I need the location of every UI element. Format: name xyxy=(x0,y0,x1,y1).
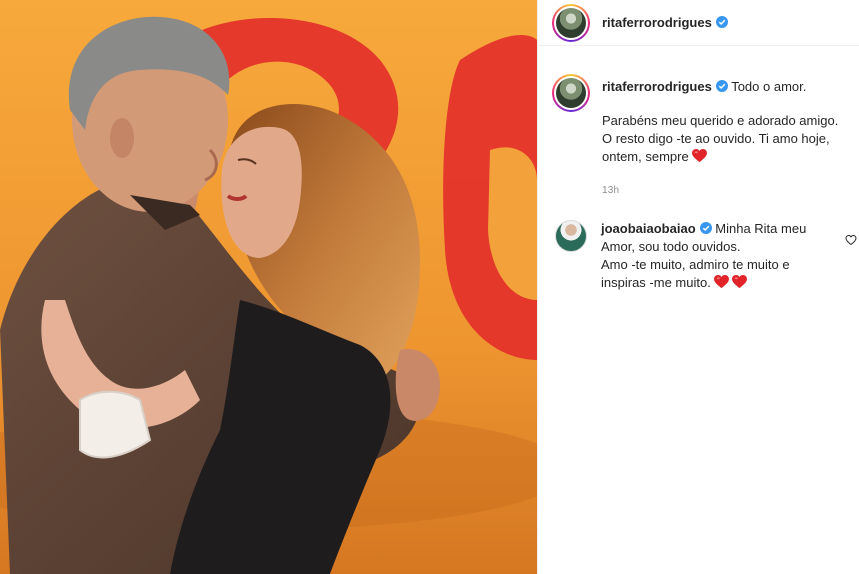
red-heart-emoji-icon xyxy=(731,275,747,289)
instagram-post: ritaferrorodrigues ritaferrorodrigues To… xyxy=(0,0,859,574)
comment-line: inspiras -me muito. xyxy=(601,275,711,290)
author-username[interactable]: ritaferrorodrigues xyxy=(602,15,728,30)
comment-body: joaobaiaobaiao Minha Rita meu Amor, sou … xyxy=(601,220,837,292)
author-avatar[interactable] xyxy=(552,3,590,42)
post-side-panel: ritaferrorodrigues ritaferrorodrigues To… xyxy=(537,0,859,574)
commenter-avatar[interactable] xyxy=(555,220,587,252)
comment-line: Minha Rita meu xyxy=(715,221,807,236)
post-header: ritaferrorodrigues xyxy=(538,0,859,46)
verified-badge-icon xyxy=(699,222,712,234)
red-heart-emoji-icon xyxy=(691,149,707,163)
caption-line: Parabéns meu querido e adorado amigo. xyxy=(602,113,839,128)
caption-first-line: Todo o amor. xyxy=(731,79,807,94)
comment-line: Amo -te muito, admiro te muito e xyxy=(601,257,790,272)
caption-body: ritaferrorodrigues Todo o amor. Parabéns… xyxy=(602,74,838,200)
photo-illustration xyxy=(0,0,537,574)
caption-avatar[interactable] xyxy=(552,74,590,112)
caption-line: O resto digo -te ao ouvido. Ti amo hoje, xyxy=(602,131,830,146)
commenter-username[interactable]: joaobaiaobaiao xyxy=(601,221,696,236)
comment-item: joaobaiaobaiao Minha Rita meu Amor, sou … xyxy=(538,200,859,292)
post-timestamp[interactable]: 13h xyxy=(602,182,838,200)
verified-badge-icon xyxy=(715,80,728,92)
caption-line: ontem, sempre xyxy=(602,149,689,164)
red-heart-emoji-icon xyxy=(713,275,729,289)
author-username-text[interactable]: ritaferrorodrigues xyxy=(602,15,712,30)
post-caption: ritaferrorodrigues Todo o amor. Parabéns… xyxy=(538,46,859,200)
comment-like-heart-outline-icon[interactable] xyxy=(845,234,857,246)
comment-line: Amor, sou todo ouvidos. xyxy=(601,239,741,254)
verified-badge-icon xyxy=(715,16,728,28)
post-photo[interactable] xyxy=(0,0,537,574)
caption-username[interactable]: ritaferrorodrigues xyxy=(602,79,712,94)
